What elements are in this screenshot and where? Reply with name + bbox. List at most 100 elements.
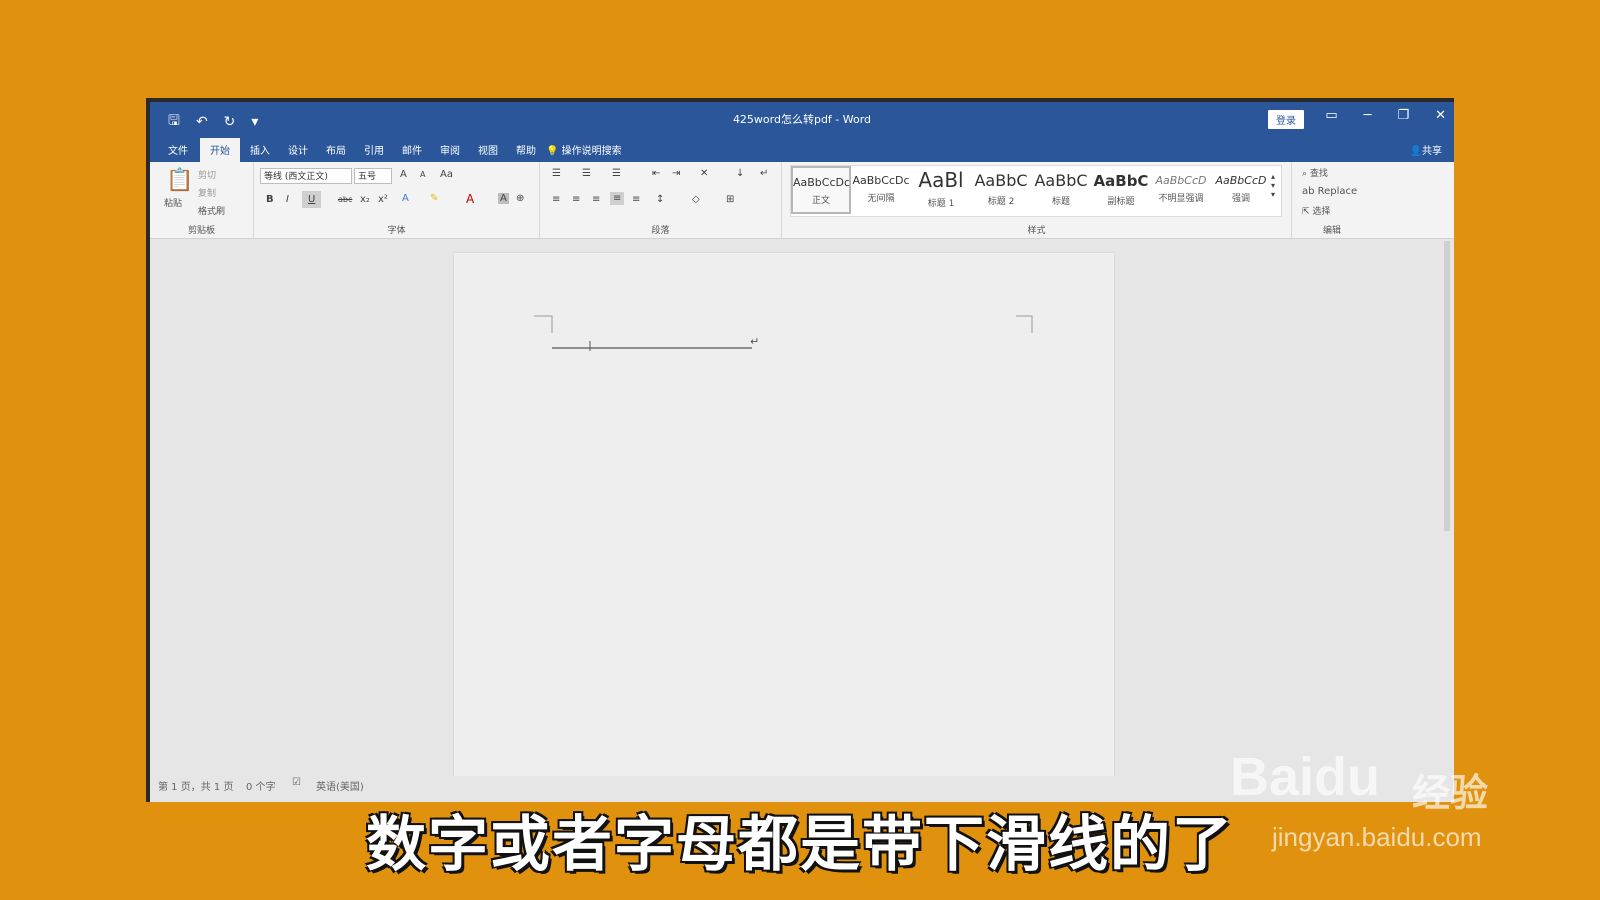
line-spacing-icon[interactable]: ↕ — [656, 194, 664, 205]
share-label: 共享 — [1422, 146, 1442, 157]
chinese-layout-icon[interactable]: ✕ — [700, 168, 708, 179]
decrease-indent-icon[interactable]: ⇤ — [652, 168, 660, 179]
margin-corner-right — [1016, 315, 1033, 333]
title-bar: 🖫 ↶ ↻ ▾ 425word怎么转pdf - Word 登录 ▭ ─ ❐ ✕ — [150, 102, 1454, 136]
login-button[interactable]: 登录 — [1268, 110, 1304, 129]
cut-button[interactable]: 剪切 — [198, 168, 216, 181]
replace-button[interactable]: ab Replace — [1302, 186, 1357, 197]
char-shading-icon[interactable]: A — [498, 193, 509, 204]
italic-button[interactable]: I — [286, 194, 289, 205]
multilevel-list-icon[interactable]: ☰ — [612, 168, 621, 179]
styles-group-label: 样式 — [1027, 226, 1046, 236]
paste-icon[interactable]: 📋 — [166, 168, 193, 193]
restore-icon[interactable]: ❐ — [1397, 108, 1409, 123]
font-color-icon[interactable]: A — [466, 192, 474, 206]
cursor-icon: ⇱ — [1302, 207, 1313, 217]
style-preview: AaBbC — [974, 171, 1028, 190]
style-heading-1[interactable]: AaBl 标题 1 — [911, 166, 971, 214]
align-center-icon[interactable]: ≡ — [572, 194, 580, 205]
tab-file[interactable]: 文件 — [168, 142, 188, 157]
bold-button[interactable]: B — [266, 194, 274, 205]
style-preview: AaBbCcD — [1215, 174, 1267, 187]
gallery-scroll-icon[interactable]: ▴ ▾ ▾ — [1271, 172, 1275, 199]
shading-icon[interactable]: ◇ — [692, 194, 700, 205]
lightbulb-icon: 💡 — [546, 146, 562, 157]
ribbon-display-icon[interactable]: ▭ — [1325, 108, 1337, 123]
justify-icon[interactable]: ≡ — [610, 192, 625, 205]
format-painter-button[interactable]: 格式刷 — [198, 204, 225, 217]
window-title: 425word怎么转pdf - Word — [732, 113, 872, 126]
style-preview: AaBbC — [1093, 172, 1149, 190]
clipboard-group: 📋 粘贴 剪切 复制 格式刷 剪贴板 — [150, 162, 254, 238]
sort-icon[interactable]: ↓ — [736, 168, 744, 179]
style-subtitle[interactable]: AaBbC 副标题 — [1091, 166, 1151, 214]
shrink-font-button[interactable]: A — [420, 170, 425, 179]
tab-design[interactable]: 设计 — [288, 142, 308, 157]
proofing-icon[interactable]: ☑ — [292, 777, 301, 788]
paste-button[interactable]: 粘贴 — [164, 196, 182, 209]
person-icon: 👤 — [1409, 146, 1422, 157]
language-status[interactable]: 英语(美国) — [316, 778, 364, 793]
page-count[interactable]: 第 1 页，共 1 页 — [158, 778, 233, 793]
style-name: 标题 2 — [987, 197, 1015, 207]
highlight-icon[interactable]: ✎ — [430, 193, 438, 204]
numbering-icon[interactable]: ☰ — [582, 168, 591, 179]
tab-insert[interactable]: 插入 — [250, 142, 270, 157]
find-button[interactable]: ⌕ 查找 — [1302, 166, 1328, 179]
tell-me-search[interactable]: 💡 操作说明搜索 — [546, 142, 622, 157]
replace-label: Replace — [1317, 186, 1358, 197]
paragraph-group-label: 段落 — [651, 226, 670, 236]
margin-corner-left — [534, 315, 553, 333]
style-subtle-emphasis[interactable]: AaBbCcD 不明显强调 — [1151, 166, 1211, 214]
enclose-char-icon[interactable]: ⊕ — [516, 193, 524, 204]
word-count[interactable]: 0 个字 — [246, 778, 276, 793]
distributed-icon[interactable]: ≡ — [632, 194, 640, 205]
copy-button[interactable]: 复制 — [198, 186, 216, 199]
share-button[interactable]: 👤共享 — [1410, 142, 1442, 157]
font-size-select[interactable]: 五号 — [354, 168, 392, 184]
clipboard-group-label: 剪贴板 — [187, 226, 215, 236]
tab-mailings[interactable]: 邮件 — [402, 142, 422, 157]
minimize-icon[interactable]: ─ — [1364, 108, 1372, 123]
change-case-button[interactable]: Aa — [440, 169, 453, 180]
paragraph-mark-icon: ↵ — [750, 335, 759, 348]
styles-group: AaBbCcDc 正文 AaBbCcDc 无间隔 AaBl 标题 1 AaBbC… — [782, 162, 1292, 238]
text-effects-icon[interactable]: A — [402, 193, 409, 204]
tab-view[interactable]: 视图 — [478, 142, 498, 157]
borders-icon[interactable]: ⊞ — [726, 194, 734, 205]
style-no-spacing[interactable]: AaBbCcDc 无间隔 — [851, 166, 911, 214]
style-normal[interactable]: AaBbCcDc 正文 — [791, 166, 851, 214]
style-heading-2[interactable]: AaBbC 标题 2 — [971, 166, 1031, 214]
style-preview: AaBl — [918, 168, 964, 192]
style-title[interactable]: AaBbC 标题 — [1031, 166, 1091, 214]
tab-layout[interactable]: 布局 — [326, 142, 346, 157]
replace-icon: ab — [1302, 186, 1318, 197]
close-icon[interactable]: ✕ — [1435, 108, 1446, 123]
tab-help[interactable]: 帮助 — [516, 142, 536, 157]
select-button[interactable]: ⇱ 选择 — [1302, 204, 1330, 217]
font-family-select[interactable]: 等线 (西文正文) — [260, 168, 352, 184]
subscript-button[interactable]: x₂ — [360, 194, 370, 205]
tab-references[interactable]: 引用 — [364, 142, 384, 157]
show-marks-icon[interactable]: ↵ — [760, 168, 768, 179]
style-preview: AaBbCcD — [1155, 174, 1207, 187]
bullets-icon[interactable]: ☰ — [552, 168, 561, 179]
ribbon: 📋 粘贴 剪切 复制 格式刷 剪贴板 等线 (西文正文) 五号 A A Aa B… — [150, 162, 1454, 239]
superscript-button[interactable]: x² — [378, 194, 388, 205]
style-name: 副标题 — [1107, 197, 1135, 207]
tab-review[interactable]: 审阅 — [440, 142, 460, 157]
underline-button[interactable]: U — [302, 191, 322, 208]
vertical-scrollbar[interactable] — [1444, 241, 1450, 531]
increase-indent-icon[interactable]: ⇥ — [672, 168, 680, 179]
tab-home[interactable]: 开始 — [200, 138, 240, 163]
video-caption: 数字或者字母都是带下滑线的了 — [366, 810, 1234, 880]
style-preview: AaBbC — [1034, 171, 1088, 190]
select-label: 选择 — [1312, 207, 1331, 217]
grow-font-button[interactable]: A — [400, 169, 407, 180]
document-page[interactable]: ↵ — [454, 253, 1114, 793]
align-left-icon[interactable]: ≡ — [552, 194, 560, 205]
font-group-label: 字体 — [387, 226, 406, 236]
align-right-icon[interactable]: ≡ — [592, 194, 600, 205]
strikethrough-button[interactable]: abc — [338, 195, 352, 204]
style-emphasis[interactable]: AaBbCcD 强调 — [1211, 166, 1271, 214]
